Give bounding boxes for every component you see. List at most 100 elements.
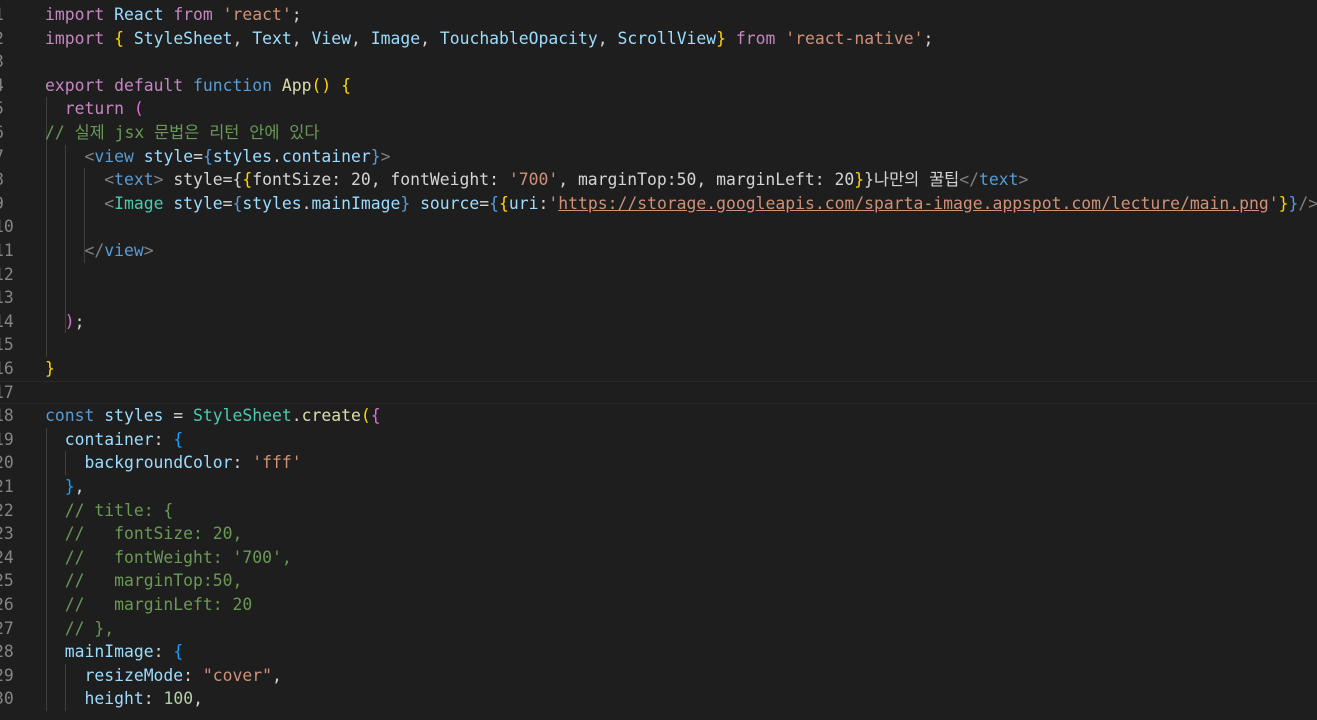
- line-number: 18: [0, 406, 14, 426]
- code-line[interactable]: 18 const styles = StyleSheet.create({: [0, 404, 1317, 428]
- code-token: , marginTop:50, marginLeft: 20: [558, 170, 855, 190]
- code-line[interactable]: 28 mainImage: {: [0, 640, 1317, 664]
- line-number: 25: [0, 571, 14, 591]
- code-token: ,: [193, 689, 203, 709]
- line-number: 15: [0, 335, 14, 355]
- code-token: :: [153, 429, 174, 449]
- code-line[interactable]: 3: [0, 50, 1317, 74]
- code-line[interactable]: 29 resizeMode: "cover",: [0, 664, 1317, 688]
- line-number: 6: [0, 121, 14, 145]
- code-token: styles: [242, 193, 302, 213]
- code-token: uri: [508, 193, 539, 213]
- code-token: source: [420, 193, 480, 213]
- line-number: 22: [0, 500, 14, 520]
- code-line[interactable]: 8 <text> style={{fontSize: 20, fontWeigh…: [0, 168, 1317, 192]
- line-code: import React from 'react';: [45, 3, 302, 27]
- code-token: mainImage: [64, 642, 154, 662]
- code-token: {: [489, 193, 500, 213]
- line-number: 30: [0, 689, 14, 709]
- code-token: https://storage.googleapis.com/sparta-im…: [558, 193, 1269, 213]
- code-token: ;: [923, 28, 934, 48]
- code-token: =: [479, 193, 490, 213]
- code-token: styles: [212, 146, 273, 166]
- line-number: 21: [0, 477, 14, 496]
- code-token: height: [84, 689, 144, 709]
- code-token: ): [64, 311, 75, 331]
- line-code: },: [45, 475, 85, 499]
- code-token: <: [84, 146, 95, 166]
- line-code: </view>: [45, 239, 154, 263]
- code-token: function: [193, 75, 272, 95]
- code-token: }나만의 꿀팁: [864, 170, 960, 190]
- code-token: >: [1018, 170, 1029, 190]
- line-code: import { StyleSheet, Text, View, Image, …: [45, 27, 933, 51]
- line-number: 24: [0, 547, 14, 567]
- code-token: ': [1268, 193, 1279, 213]
- code-line[interactable]: 26 // marginLeft: 20: [0, 593, 1317, 617]
- code-token: ,: [597, 28, 618, 48]
- code-token: // title: {: [64, 500, 174, 520]
- code-token: }: [400, 193, 411, 213]
- code-token: <: [104, 170, 115, 190]
- code-line[interactable]: 27 // },: [0, 617, 1317, 641]
- code-line[interactable]: 6 // 실제 jsx 문법은 리턴 안에 있다: [0, 121, 1317, 145]
- code-token: TouchableOpacity: [439, 28, 598, 48]
- code-line[interactable]: 1 import React from 'react';: [0, 3, 1317, 27]
- code-line[interactable]: 2 import { StyleSheet, Text, View, Image,…: [0, 27, 1317, 51]
- code-line[interactable]: 16}: [0, 357, 1317, 381]
- code-line[interactable]: 12: [0, 263, 1317, 287]
- line-code: return (: [45, 97, 144, 121]
- code-line[interactable]: 24 // fontWeight: '700',: [0, 546, 1317, 570]
- code-token: >: [143, 241, 154, 260]
- code-line[interactable]: 15: [0, 333, 1317, 357]
- code-token: fontSize: 20, fontWeight:: [252, 170, 509, 190]
- code-token: {: [173, 429, 184, 449]
- code-token: View: [311, 28, 351, 48]
- code-token: 'react-native': [785, 28, 924, 48]
- code-line[interactable]: 17: [0, 381, 1317, 405]
- line-number: 9: [0, 192, 14, 216]
- code-line[interactable]: 7 <view style={styles.container}>: [0, 145, 1317, 169]
- code-token: // fontSize: 20,: [64, 524, 243, 544]
- code-token: .: [272, 146, 282, 166]
- code-editor[interactable]: 1 import React from 'react'; 2 import { Sty…: [0, 0, 1317, 720]
- code-line[interactable]: 13: [0, 286, 1317, 310]
- code-line[interactable]: 10: [0, 215, 1317, 239]
- code-token: // fontWeight: '700',: [64, 547, 292, 567]
- line-code: mainImage: {: [45, 640, 183, 664]
- code-line[interactable]: 11 </view>: [0, 239, 1317, 263]
- code-token: .: [291, 406, 302, 426]
- code-token: // },: [64, 618, 115, 638]
- line-number: 17: [0, 382, 14, 402]
- code-token: >: [153, 170, 164, 190]
- code-line[interactable]: 9 <Image style={styles.mainImage} source…: [0, 192, 1317, 216]
- code-line[interactable]: 21 },: [0, 475, 1317, 499]
- line-number: 5: [0, 97, 14, 121]
- code-line[interactable]: 14 );: [0, 310, 1317, 334]
- code-line[interactable]: 5 return (: [0, 97, 1317, 121]
- code-line[interactable]: 22 // title: {: [0, 499, 1317, 523]
- code-line[interactable]: 20 backgroundColor: 'fff': [0, 451, 1317, 475]
- line-code: // marginLeft: 20: [45, 593, 253, 617]
- code-line[interactable]: 30 height: 100,: [0, 687, 1317, 711]
- code-line[interactable]: 25 // marginTop:50,: [0, 569, 1317, 593]
- line-code: container: {: [45, 428, 183, 452]
- code-line[interactable]: 4 export default function App() {: [0, 74, 1317, 98]
- code-token: styles: [104, 406, 164, 426]
- code-token: }: [1288, 193, 1299, 213]
- code-token: resizeMode: [84, 665, 184, 685]
- code-token: :: [232, 453, 253, 473]
- code-line[interactable]: 19 container: {: [0, 428, 1317, 452]
- code-line[interactable]: 23 // fontSize: 20,: [0, 522, 1317, 546]
- code-token: style: [173, 193, 223, 213]
